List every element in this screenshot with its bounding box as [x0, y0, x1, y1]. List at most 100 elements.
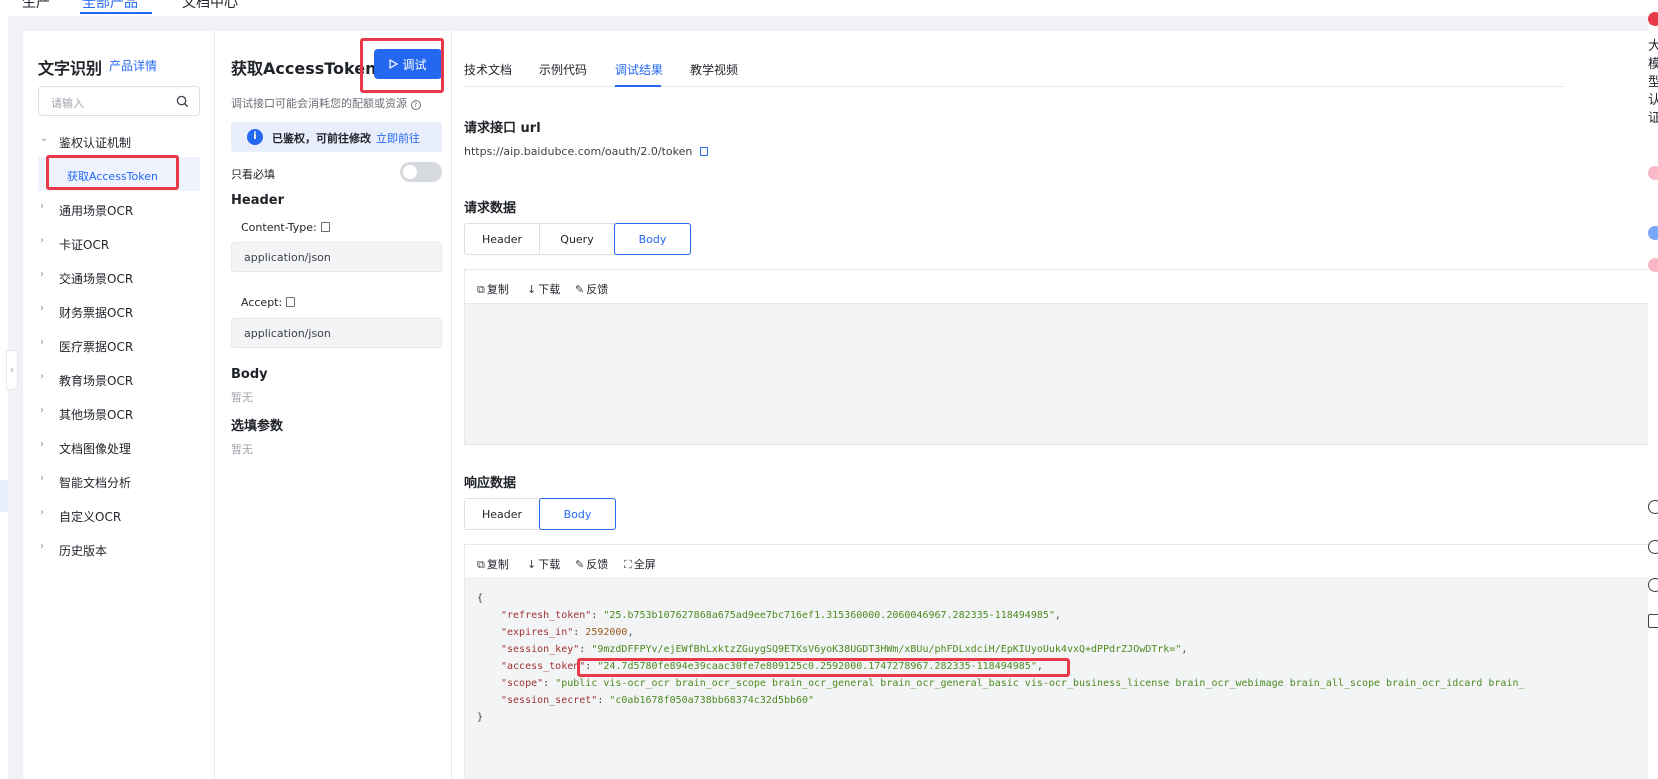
go-now-link[interactable]: 立即前往	[376, 130, 420, 146]
sidebar-item-doc-analysis[interactable]: › 智能文档分析	[38, 464, 200, 498]
product-detail-link[interactable]: 产品详情	[109, 57, 157, 74]
json-line-session-secret: "session_secret": "c0ab1678f050a738bb683…	[501, 695, 815, 706]
response-feedback-button[interactable]: ✎ 反馈	[575, 556, 608, 572]
request-seg-query[interactable]: Query	[540, 224, 615, 254]
tab-sample-code[interactable]: 示例代码	[539, 61, 587, 78]
nav-tab-products[interactable]: 全部产品	[82, 0, 138, 12]
grid-icon[interactable]	[1648, 614, 1658, 628]
fullscreen-label: 全屏	[633, 558, 656, 571]
json-key: "expires_in"	[501, 627, 574, 638]
request-toolbar: ⧉ 复制 ↓ 下载 ✎ 反馈	[465, 270, 1652, 304]
sidebar-item-medical-ocr[interactable]: › 医疗票据OCR	[38, 328, 200, 362]
chevron-down-icon: ⌄	[40, 133, 49, 144]
main-card: 文字识别 产品详情 请输入 ⌄ 鉴权认证机制 获取AccessToken › 通用…	[23, 31, 1653, 779]
collapse-sidebar-handle[interactable]: ‹	[6, 350, 18, 390]
search-placeholder: 请输入	[51, 97, 84, 110]
nav-active-indicator	[80, 12, 152, 14]
tab-tech-docs[interactable]: 技术文档	[464, 61, 512, 78]
sidebar-item-traffic-ocr[interactable]: › 交通场景OCR	[38, 260, 200, 294]
accept-field[interactable]: application/json	[231, 318, 442, 348]
content-type-field[interactable]: application/json	[231, 242, 442, 272]
response-body-viewer: ⧉ 复制 ↓ 下载 ✎ 反馈 ⛶ 全屏 { "refresh_token": "25.b…	[464, 544, 1653, 779]
sidebar-item-finance-ocr[interactable]: › 财务票据OCR	[38, 294, 200, 328]
response-fullscreen-button[interactable]: ⛶ 全屏	[624, 556, 656, 572]
sidebar-item-label: 鉴权认证机制	[59, 136, 132, 150]
download-icon: ↓	[527, 283, 537, 296]
json-value: "public vis-ocr_ocr brain_ocr_scope brai…	[555, 678, 1525, 689]
chevron-right-icon: ›	[40, 439, 44, 450]
json-value: "24.7d5780fe894e39caac30fe7e809125c0.259…	[597, 661, 1037, 672]
feedback-label: 反馈	[586, 558, 609, 571]
sidebar-item-card-ocr[interactable]: › 卡证OCR	[38, 226, 200, 260]
help-icon[interactable]: ?	[410, 100, 421, 110]
response-seg-header[interactable]: Header	[465, 499, 540, 529]
copy-icon[interactable]	[286, 297, 296, 307]
help-icon[interactable]	[1648, 540, 1658, 554]
floating-promo-text[interactable]: 大模型认证	[1648, 38, 1658, 128]
app-icon[interactable]	[1648, 226, 1658, 240]
request-segment: Header Query Body	[464, 223, 691, 255]
search-icon[interactable]	[176, 95, 189, 108]
response-download-button[interactable]: ↓ 下载	[527, 556, 560, 572]
sidebar-item-label: 卡证OCR	[59, 238, 110, 252]
left-strip-marker	[0, 480, 8, 512]
sidebar-item-label: 智能文档分析	[59, 476, 132, 490]
quota-warning-text: 调试接口可能会消耗您的配额或资源	[231, 97, 407, 110]
json-line-scope: "scope": "public vis-ocr_ocr brain_ocr_s…	[501, 678, 1525, 689]
sidebar-item-label: 财务票据OCR	[59, 306, 134, 320]
request-params-panel: 获取AccessToken 调试 调试接口可能会消耗您的配额或资源 ? i 已鉴…	[216, 31, 452, 779]
search-input[interactable]: 请输入	[38, 86, 200, 116]
required-only-toggle[interactable]	[400, 162, 442, 182]
sidebar-item-label: 医疗票据OCR	[59, 340, 134, 354]
tab-tutorial-video[interactable]: 教学视频	[690, 61, 738, 78]
debug-button[interactable]: 调试	[374, 49, 442, 79]
request-feedback-button[interactable]: ✎ 反馈	[575, 281, 608, 297]
phone-icon[interactable]	[1648, 578, 1658, 592]
response-copy-button[interactable]: ⧉ 复制	[477, 556, 509, 572]
request-body-content[interactable]	[465, 304, 1652, 444]
sidebar-item-label: 自定义OCR	[59, 510, 122, 524]
response-seg-body[interactable]: Body	[539, 498, 616, 530]
left-strip	[0, 16, 8, 779]
chevron-right-icon: ›	[40, 201, 44, 212]
accept-value: application/json	[244, 327, 331, 340]
sidebar-item-auth[interactable]: ⌄ 鉴权认证机制	[38, 124, 200, 158]
request-seg-body[interactable]: Body	[614, 223, 691, 255]
sidebar-item-general-ocr[interactable]: › 通用场景OCR	[38, 192, 200, 226]
sidebar-item-label: 通用场景OCR	[59, 204, 134, 218]
chevron-right-icon: ›	[40, 235, 44, 246]
body-empty: 暂无	[231, 391, 253, 404]
heart-icon[interactable]	[1648, 500, 1658, 514]
request-seg-header[interactable]: Header	[465, 224, 540, 254]
nav-tab-docs[interactable]: 文档中心	[182, 0, 238, 12]
badge-icon[interactable]	[1648, 12, 1658, 26]
body-section-title: Body	[231, 367, 268, 382]
json-key: "scope"	[501, 678, 544, 689]
sidebar-item-history[interactable]: › 历史版本	[38, 532, 200, 566]
play-icon	[389, 59, 399, 69]
ai-assistant-icon[interactable]	[1648, 258, 1658, 272]
response-json[interactable]: { "refresh_token": "25.b753b107627868a67…	[465, 579, 1652, 779]
sidebar-item-other-ocr[interactable]: › 其他场景OCR	[38, 396, 200, 430]
tab-debug-result[interactable]: 调试结果	[615, 61, 663, 78]
quota-warning: 调试接口可能会消耗您的配额或资源 ?	[231, 95, 421, 111]
sidebar-subitem-label: 获取AccessToken	[67, 170, 158, 183]
sidebar-item-doc-image[interactable]: › 文档图像处理	[38, 430, 200, 464]
request-download-button[interactable]: ↓ 下载	[527, 281, 560, 297]
debug-result-panel: 技术文档 示例代码 调试结果 教学视频 请求接口 url https://aip…	[464, 31, 1653, 779]
sidebar-subitem-accesstoken[interactable]: 获取AccessToken	[38, 157, 200, 191]
json-key: "session_secret"	[501, 695, 598, 706]
assistant-icon[interactable]	[1648, 166, 1658, 180]
sidebar-item-education-ocr[interactable]: › 教育场景OCR	[38, 362, 200, 396]
json-line-session-key: "session_key": "9mzdDFFPYv/ejEWfBhLxktzZ…	[501, 644, 1188, 655]
copy-label: 复制	[486, 558, 509, 571]
chevron-right-icon: ›	[40, 303, 44, 314]
chevron-right-icon: ›	[40, 371, 44, 382]
request-copy-button[interactable]: ⧉ 复制	[477, 281, 509, 297]
sidebar-item-custom-ocr[interactable]: › 自定义OCR	[38, 498, 200, 532]
content-type-label: Content-Type:	[241, 221, 317, 234]
nav-tab-1[interactable]: 生产	[22, 0, 50, 12]
sidebar-item-label: 教育场景OCR	[59, 374, 134, 388]
copy-icon[interactable]	[320, 222, 330, 232]
copy-url-icon[interactable]	[700, 147, 709, 156]
